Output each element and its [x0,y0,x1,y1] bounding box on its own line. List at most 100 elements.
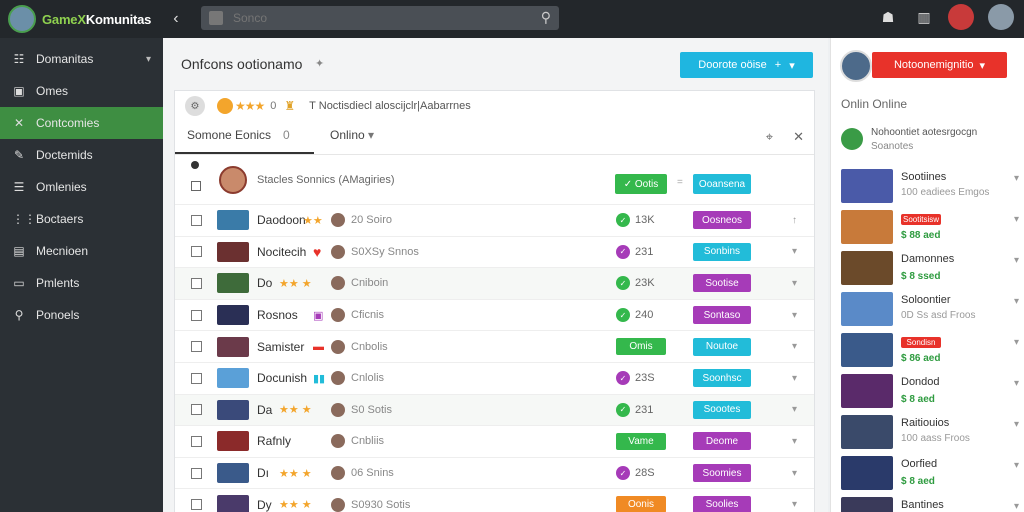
header-status-label: Ootis [634,178,659,190]
action-pill[interactable]: Sontaso [693,306,751,325]
chevron-down-icon[interactable]: ▾ [1014,214,1019,225]
brand-name[interactable]: GameXKomunitas [42,12,151,27]
pin-icon[interactable]: ✦ [315,57,324,70]
table-row[interactable]: Rafnly Cnbliis Vame Deome ▾ [175,426,814,458]
controller-icon[interactable]: ☗ [870,9,906,26]
chevron-down-icon[interactable]: ▾ [792,499,797,510]
gear-icon[interactable]: ⚙ [185,96,205,116]
sidebar-item-icon: ▭ [13,276,25,290]
chevron-down-icon[interactable]: ▾ [792,310,797,321]
status-pill[interactable]: Omis [616,338,666,356]
row-checkbox[interactable] [191,499,202,511]
sidebar-item-8[interactable]: ⚲ Ponoels [0,299,163,331]
table-row[interactable]: Docunish ▮▮ Cnlolis ✓ 23S Soonhsc ▾ [175,363,814,395]
chevron-down-icon[interactable]: ▾ [792,436,797,447]
game-card-title: Bantines [901,499,944,511]
action-pill[interactable]: Sootise [693,274,751,293]
status-pill[interactable]: Oonis [616,496,666,512]
row-category: 06 Snins [351,467,394,480]
sidebar-item-2[interactable]: ✕ Contcomies [0,107,163,139]
chevron-down-icon[interactable]: ▾ [146,54,151,65]
action-pill[interactable]: Soonhsc [693,369,751,388]
chevron-down-icon[interactable]: ▾ [1014,460,1019,471]
action-pill[interactable]: Sonbins [693,242,751,261]
notification-avatar[interactable] [948,4,974,30]
row-checkbox[interactable] [191,435,202,447]
action-pill[interactable]: Deome [693,432,751,451]
status-value: 28S [635,467,655,480]
game-list: Daodoon ★★ 20 Soiro ✓ 13K Oosneos ↑ Nocitecih ♥ S… [175,205,814,512]
row-checkbox[interactable] [191,404,202,416]
game-card-title: Oorfied [901,458,938,470]
header-status-pill[interactable]: ✓ Ootis [615,174,667,194]
logo-avatar[interactable] [8,5,36,33]
sidebar-item-6[interactable]: ▤ Mecnioen [0,235,163,267]
row-checkbox[interactable] [191,467,202,479]
chevron-down-icon[interactable]: ▾ [1014,255,1019,266]
sidebar-item-label: Contcomies [36,116,100,130]
chevron-down-icon[interactable]: ▾ [1014,419,1019,430]
sidebar-item-3[interactable]: ✎ Doctemids [0,139,163,171]
chevron-down-icon[interactable]: ▾ [792,246,797,257]
chevron-down-icon[interactable]: ▾ [792,278,797,289]
chevron-down-icon: ▾ [979,59,986,72]
chevron-down-icon[interactable]: ▾ [792,341,797,352]
search-box[interactable]: ⚲ [201,6,559,30]
search-icon[interactable]: ⚲ [541,9,551,26]
table-row[interactable]: Rosnos ▣ Cficnis ✓ 240 Sontaso ▾ [175,300,814,332]
action-pill[interactable]: Soootes [693,400,751,419]
chevron-down-icon[interactable]: ▾ [1014,173,1019,184]
header-action-pill[interactable]: Ooansena [693,174,751,194]
table-row[interactable]: Dy ★★ ★ S0930 Sotis Oonis Soolies ▾ [175,489,814,512]
profile-avatar[interactable] [840,50,872,82]
table-row[interactable]: Samister ▬ Cnbolis Omis Noutoe ▾ [175,331,814,363]
sidebar-item-7[interactable]: ▭ Pmlents [0,267,163,299]
table-row[interactable]: Daodoon ★★ 20 Soiro ✓ 13K Oosneos ↑ [175,205,814,237]
row-checkbox[interactable] [191,214,202,226]
row-checkbox[interactable] [191,309,202,321]
primary-action-button[interactable]: Doorote oöise + ▾ [680,52,813,78]
sidebar-item-0[interactable]: ☷ Domanitas ▾ [0,43,163,75]
action-label: Sontaso [703,309,741,321]
online-user[interactable]: Nohoontiet aotesrgocgn Soanotes [841,126,1016,160]
panel-head-text: T Noctisdiecl aloscijclr|Aabarrnes [309,100,471,112]
row-checkbox[interactable] [191,277,202,289]
game-thumbnail [217,305,249,326]
chevron-down-icon[interactable]: ▾ [792,404,797,415]
tab-games[interactable]: Somone Eonics 0 [175,120,314,154]
sidebar-item-5[interactable]: ⋮⋮ Boctaers [0,203,163,235]
table-row[interactable]: Dı ★★ ★ 06 Snins ✓ 28S Soomies ▾ [175,458,814,490]
status-icon: ✓ [616,466,630,481]
sidebar-item-4[interactable]: ☰ Omlenies [0,171,163,203]
table-row[interactable]: Nocitecih ♥ S0XSy Snnos ✓ 231 Sonbins ▾ [175,237,814,269]
row-checkbox[interactable] [191,372,202,384]
action-pill[interactable]: Oosneos [693,211,751,230]
game-card-price: $ 8 aed [901,476,935,487]
action-pill[interactable]: Soolies [693,495,751,512]
status-pill[interactable]: Vame [616,432,666,450]
chevron-down-icon[interactable]: ▾ [1014,501,1019,512]
chevron-down-icon[interactable]: ▾ [1014,378,1019,389]
notifications-button[interactable]: Notoonemignitio ▾ [872,52,1007,78]
sidebar-item-1[interactable]: ▣ Omes [0,75,163,107]
back-arrow-icon[interactable]: ‹ [173,10,187,28]
row-checkbox[interactable] [191,341,202,353]
search-input[interactable] [233,11,533,25]
chevron-down-icon[interactable]: ▾ [1014,296,1019,307]
arrow-up-icon[interactable]: ↑ [792,215,797,226]
select-all-checkbox[interactable] [191,181,201,191]
chevron-down-icon[interactable]: ▾ [1014,337,1019,348]
pin-icon[interactable]: ⌖ [766,129,773,145]
book-icon[interactable]: ▥ [906,9,942,26]
chevron-down-icon[interactable]: ▾ [792,468,797,479]
chevron-down-icon[interactable]: ▾ [792,373,797,384]
row-name: Docunish [257,371,308,386]
row-checkbox[interactable] [191,246,202,258]
table-row[interactable]: Da ★★ ★ S0 Sotis ✓ 231 Soootes ▾ [175,394,814,427]
action-pill[interactable]: Soomies [693,464,751,483]
table-row[interactable]: Do ★★ ★ Cniboin ✓ 23K Sootise ▾ [175,268,814,300]
action-pill[interactable]: Noutoe [693,337,751,356]
tab-online[interactable]: Onlino ▾ [318,120,386,154]
close-icon[interactable]: ✕ [793,129,804,145]
user-avatar[interactable] [988,4,1014,30]
